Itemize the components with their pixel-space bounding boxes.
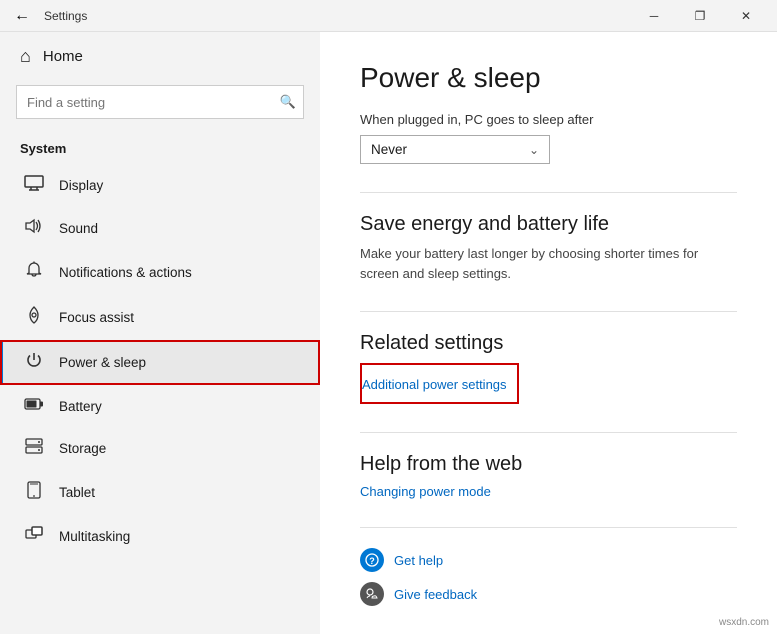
storage-icon	[23, 438, 45, 459]
sidebar-item-notifications[interactable]: Notifications & actions	[0, 250, 320, 295]
save-energy-desc: Make your battery last longer by choosin…	[360, 244, 737, 283]
get-help-row: ? Get help	[360, 548, 737, 572]
display-icon	[23, 175, 45, 196]
power-icon	[23, 351, 45, 374]
changing-power-mode-link[interactable]: Changing power mode	[360, 484, 737, 499]
sleep-value: Never	[371, 142, 407, 157]
battery-icon	[23, 396, 45, 416]
search-container: 🔍	[16, 85, 304, 119]
home-icon: ⌂	[20, 46, 31, 67]
help-heading: Help from the web	[360, 453, 737, 476]
sidebar-item-sound[interactable]: Sound	[0, 207, 320, 250]
help-links-section: ? Get help Give feedback	[360, 548, 737, 606]
divider-3	[360, 432, 737, 433]
svg-text:?: ?	[369, 556, 375, 566]
minimize-button[interactable]: ─	[631, 0, 677, 32]
sidebar-item-label: Multitasking	[59, 529, 130, 544]
sidebar-item-storage[interactable]: Storage	[0, 427, 320, 470]
window-controls: ─ ❐ ✕	[631, 0, 769, 32]
related-settings-section: Related settings Additional power settin…	[360, 332, 737, 404]
get-help-link[interactable]: Get help	[394, 553, 443, 568]
chevron-down-icon: ⌄	[529, 143, 539, 157]
sidebar-item-label: Storage	[59, 441, 106, 456]
sidebar-item-battery[interactable]: Battery	[0, 385, 320, 427]
close-button[interactable]: ✕	[723, 0, 769, 32]
get-help-icon: ?	[360, 548, 384, 572]
sidebar-item-label: Focus assist	[59, 310, 134, 325]
focus-icon	[23, 306, 45, 329]
notifications-icon	[23, 261, 45, 284]
sidebar-item-label: Power & sleep	[59, 355, 146, 370]
give-feedback-link[interactable]: Give feedback	[394, 587, 477, 602]
save-energy-section: Save energy and battery life Make your b…	[360, 213, 737, 283]
search-input[interactable]	[16, 85, 304, 119]
sidebar: ⌂ Home 🔍 System Display	[0, 32, 320, 634]
divider-4	[360, 527, 737, 528]
related-settings-heading: Related settings	[360, 332, 737, 355]
feedback-row: Give feedback	[360, 582, 737, 606]
back-button[interactable]: ←	[8, 2, 36, 30]
content-area: Power & sleep When plugged in, PC goes t…	[320, 32, 777, 634]
sidebar-item-label: Sound	[59, 221, 98, 236]
sidebar-item-focus[interactable]: Focus assist	[0, 295, 320, 340]
sidebar-section-label: System	[0, 135, 320, 164]
help-section: Help from the web Changing power mode	[360, 453, 737, 499]
save-energy-heading: Save energy and battery life	[360, 213, 737, 236]
sidebar-item-power[interactable]: Power & sleep	[0, 340, 320, 385]
feedback-icon	[360, 582, 384, 606]
sidebar-item-label: Battery	[59, 399, 102, 414]
app-title: Settings	[44, 9, 87, 23]
home-label: Home	[43, 48, 83, 65]
sidebar-item-label: Tablet	[59, 485, 95, 500]
divider-2	[360, 311, 737, 312]
watermark: wsxdn.com	[719, 617, 769, 628]
restore-icon: ❐	[695, 9, 706, 23]
back-icon: ←	[14, 7, 30, 25]
sleep-section: When plugged in, PC goes to sleep after …	[360, 112, 737, 164]
multitasking-icon	[23, 526, 45, 547]
sound-icon	[23, 218, 45, 239]
sidebar-item-tablet[interactable]: Tablet	[0, 470, 320, 515]
titlebar: ← Settings ─ ❐ ✕	[0, 0, 777, 32]
sleep-dropdown[interactable]: Never ⌄	[360, 135, 550, 164]
sidebar-item-home[interactable]: ⌂ Home	[0, 32, 320, 81]
sidebar-item-display[interactable]: Display	[0, 164, 320, 207]
additional-power-settings-link[interactable]: Additional power settings	[362, 377, 507, 392]
sidebar-item-multitasking[interactable]: Multitasking	[0, 515, 320, 558]
page-title: Power & sleep	[360, 62, 737, 94]
search-icon: 🔍	[280, 94, 296, 110]
divider-1	[360, 192, 737, 193]
related-settings-box: Additional power settings	[360, 363, 519, 404]
close-icon: ✕	[741, 9, 751, 23]
sidebar-item-label: Display	[59, 178, 103, 193]
minimize-icon: ─	[650, 9, 659, 23]
main-layout: ⌂ Home 🔍 System Display	[0, 32, 777, 634]
sleep-label: When plugged in, PC goes to sleep after	[360, 112, 737, 127]
restore-button[interactable]: ❐	[677, 0, 723, 32]
sidebar-item-label: Notifications & actions	[59, 265, 192, 280]
tablet-icon	[23, 481, 45, 504]
